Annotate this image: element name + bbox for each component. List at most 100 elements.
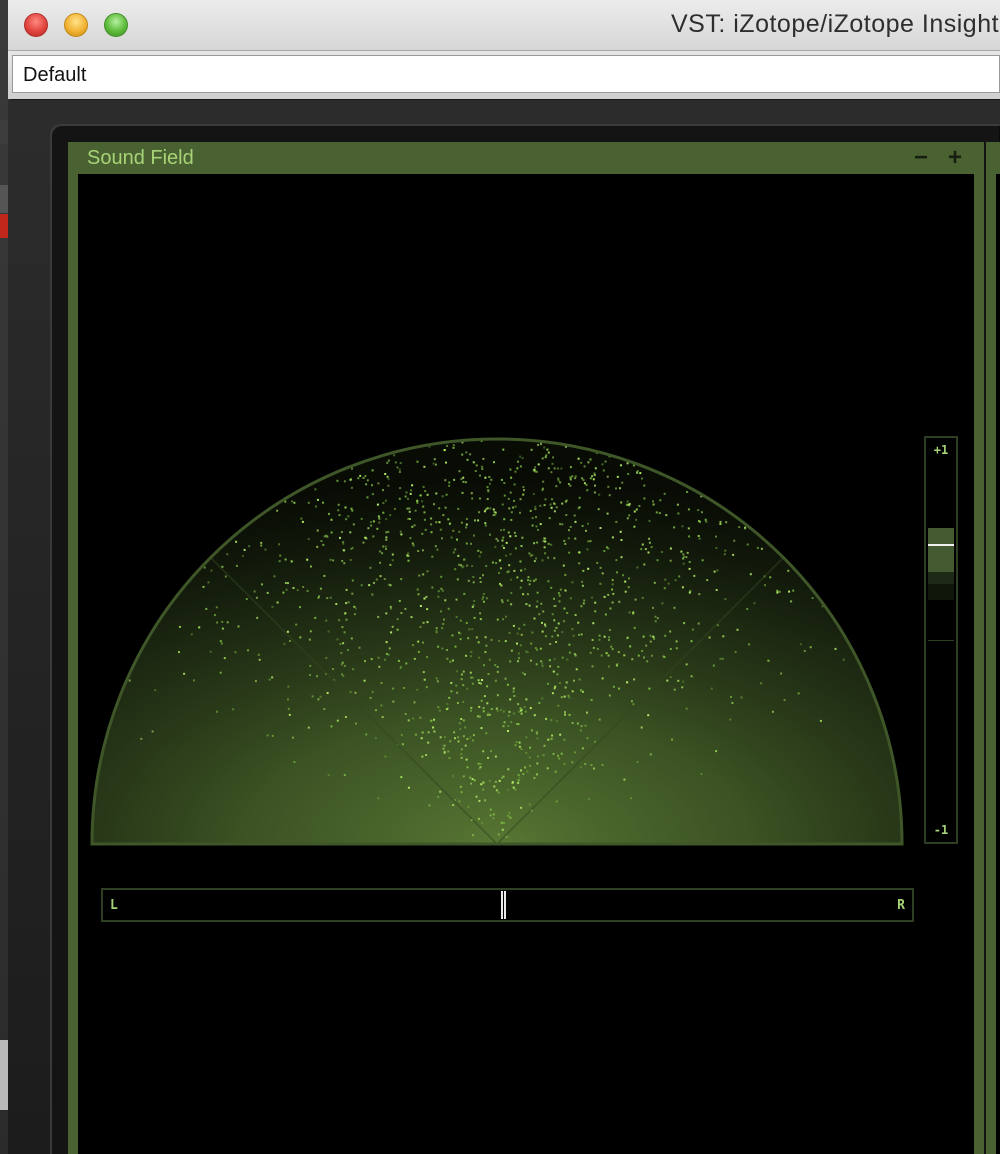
field-particle [607,593,610,596]
field-particle [514,547,517,550]
field-particle [299,636,302,639]
field-particle [811,597,814,599]
field-particle [401,743,404,746]
field-particle [517,460,519,463]
field-particle [598,493,601,496]
field-particle [557,592,560,595]
field-particle [620,501,623,504]
field-particle [349,531,352,534]
field-particle [593,767,596,770]
plus-icon[interactable]: + [948,144,962,172]
field-particle [580,461,583,464]
field-particle [547,451,550,454]
field-particle [557,479,560,482]
field-particle [571,722,574,724]
field-particle [466,766,469,769]
field-particle [551,462,554,465]
field-particle [404,713,407,715]
field-particle [474,470,477,472]
field-particle [536,737,539,740]
field-particle [461,491,464,494]
window-titlebar[interactable]: VST: iZotope/iZotope Insight [8,0,1000,51]
field-particle [377,515,380,518]
field-particle [417,593,420,596]
field-particle [284,558,287,561]
field-particle [318,595,320,598]
field-particle [437,796,440,798]
field-particle [453,731,456,734]
field-particle [447,750,450,753]
field-particle [365,483,368,486]
field-particle [352,523,355,526]
field-particle [454,737,456,740]
field-particle [652,635,655,638]
field-particle [526,770,529,773]
field-particle [484,522,487,525]
panel-header[interactable]: Sound Field − + [68,142,984,174]
field-particle [379,575,382,578]
field-particle [519,498,522,501]
field-particle [371,469,374,472]
correlation-range-tail [928,572,954,585]
field-particle [260,541,263,544]
field-particle [340,652,343,654]
field-particle [273,575,276,578]
field-particle [534,578,537,581]
field-particle [450,690,453,693]
field-particle [573,514,576,517]
minus-icon[interactable]: − [914,144,928,172]
field-particle [536,541,539,544]
field-particle [611,579,614,582]
field-particle [557,665,560,668]
field-particle [590,698,593,701]
field-particle [776,589,779,592]
minimize-window-button[interactable] [64,13,88,37]
field-particle [719,657,722,660]
field-particle [425,754,428,756]
field-particle [535,731,538,734]
field-particle [748,643,751,646]
field-particle [633,510,636,513]
field-particle [433,503,435,506]
field-particle [387,478,390,481]
field-particle [652,606,654,609]
close-window-button[interactable] [24,13,48,37]
field-particle [540,602,543,605]
field-particle [357,477,360,480]
field-particle [360,584,363,587]
field-particle [375,709,377,712]
zoom-window-button[interactable] [104,13,128,37]
field-particle [531,524,534,527]
field-particle [712,664,715,667]
field-particle [507,768,510,771]
field-particle [547,556,550,559]
field-particle [568,529,570,532]
field-particle [586,711,588,714]
preset-selector[interactable]: Default [12,55,1000,93]
field-particle [377,797,380,800]
field-particle [310,565,312,568]
field-particle [647,714,650,717]
field-particle [462,670,465,673]
field-particle [178,625,181,628]
field-particle [340,531,343,534]
preset-bar: Default [8,51,1000,99]
field-particle [215,606,218,609]
field-particle [481,679,483,681]
field-particle [322,543,325,546]
field-particle [631,658,634,661]
field-particle [581,584,584,587]
host-strip-chip [0,214,8,238]
field-particle [424,528,427,531]
field-particle [632,464,635,467]
field-particle [649,634,652,637]
field-particle [516,632,519,635]
field-particle [385,641,388,644]
field-particle [731,701,734,704]
field-particle [486,486,489,489]
field-particle [740,696,743,699]
field-particle [480,699,483,702]
field-particle [517,660,519,663]
field-particle [537,463,540,466]
field-particle [627,586,630,589]
